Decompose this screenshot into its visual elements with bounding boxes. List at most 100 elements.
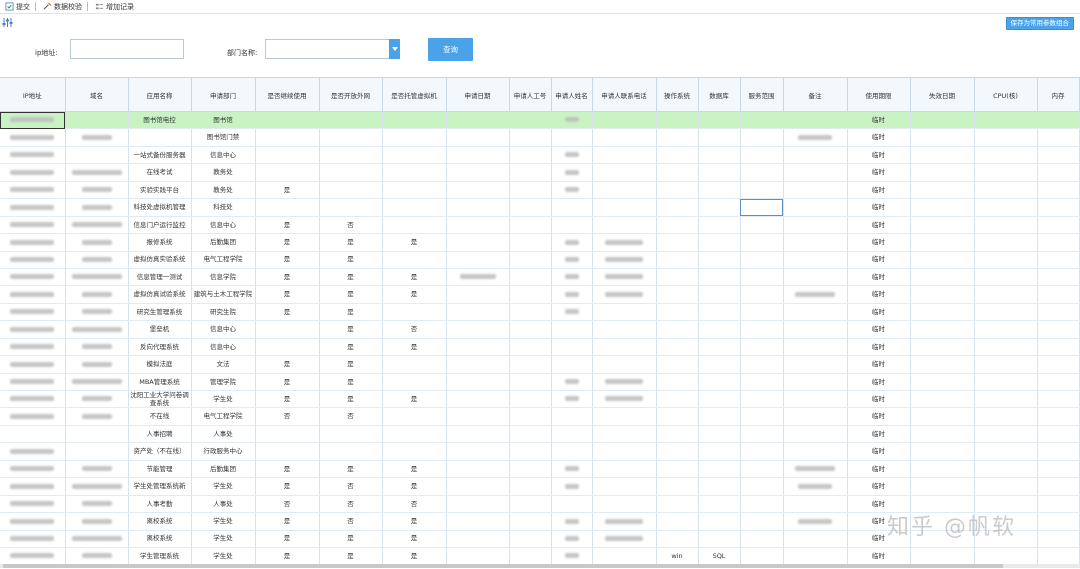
redacted-cell[interactable] xyxy=(551,233,593,252)
service-scope-cell[interactable] xyxy=(740,233,784,252)
redacted-cell[interactable] xyxy=(65,355,129,374)
apply-date-cell[interactable] xyxy=(446,512,510,531)
vm-hosted-cell[interactable] xyxy=(382,373,447,392)
applicant-phone-cell[interactable] xyxy=(592,181,657,200)
dept-cell[interactable]: 学生处 xyxy=(191,547,256,566)
applicant-name-cell[interactable] xyxy=(551,320,593,339)
external-network-cell[interactable]: 否 xyxy=(319,512,383,531)
external-network-cell[interactable] xyxy=(319,442,383,461)
redacted-cell[interactable] xyxy=(0,442,66,461)
dept-cell[interactable]: 教务处 xyxy=(191,163,256,182)
external-network-cell[interactable]: 是 xyxy=(319,390,383,409)
expiry-date-cell[interactable] xyxy=(910,407,975,426)
service-scope-cell[interactable] xyxy=(740,181,784,200)
external-network-cell[interactable]: 是 xyxy=(319,285,383,304)
remarks-cell[interactable] xyxy=(783,303,848,322)
dept-cell[interactable]: 科技处 xyxy=(191,198,256,217)
applicant-id-cell[interactable] xyxy=(509,163,552,182)
memory-cell[interactable] xyxy=(1037,128,1080,147)
dept-cell[interactable]: 后勤集团 xyxy=(191,460,256,479)
applicant-id-cell[interactable] xyxy=(509,390,552,409)
redacted-cell[interactable] xyxy=(65,216,129,235)
remarks-cell[interactable] xyxy=(783,146,848,165)
redacted-cell[interactable] xyxy=(65,460,129,479)
apply-date-cell[interactable] xyxy=(446,547,510,566)
cpu-cell[interactable] xyxy=(974,407,1038,426)
cpu-cell[interactable] xyxy=(974,442,1038,461)
remarks-cell[interactable] xyxy=(783,268,848,287)
term-cell[interactable]: 临时 xyxy=(847,303,911,322)
apply-date-cell[interactable] xyxy=(446,216,510,235)
redacted-cell[interactable] xyxy=(0,128,66,147)
term-cell[interactable]: 临时 xyxy=(847,163,911,182)
redacted-cell[interactable] xyxy=(551,111,593,130)
external-network-cell[interactable] xyxy=(319,163,383,182)
term-cell[interactable]: 临时 xyxy=(847,216,911,235)
cpu-cell[interactable] xyxy=(974,163,1038,182)
applicant-id-cell[interactable] xyxy=(509,181,552,200)
database-cell[interactable] xyxy=(698,146,741,165)
column-header[interactable]: 申请部门 xyxy=(191,78,256,112)
applicant-name-cell[interactable] xyxy=(551,216,593,235)
expiry-date-cell[interactable] xyxy=(910,355,975,374)
expiry-date-cell[interactable] xyxy=(910,268,975,287)
dept-cell[interactable]: 研究生院 xyxy=(191,303,256,322)
cpu-cell[interactable] xyxy=(974,285,1038,304)
continue-use-cell[interactable]: 是 xyxy=(255,233,320,252)
database-cell[interactable] xyxy=(698,233,741,252)
service-scope-cell[interactable] xyxy=(740,460,784,479)
applicant-id-cell[interactable] xyxy=(509,338,552,357)
apply-date-cell[interactable] xyxy=(446,111,510,130)
redacted-cell[interactable] xyxy=(592,268,657,287)
memory-cell[interactable] xyxy=(1037,338,1080,357)
app-name-cell[interactable]: 实验实践平台 xyxy=(128,181,192,200)
redacted-cell[interactable] xyxy=(551,163,593,182)
redacted-cell[interactable] xyxy=(65,390,129,409)
applicant-phone-cell[interactable] xyxy=(592,407,657,426)
expiry-date-cell[interactable] xyxy=(910,320,975,339)
applicant-phone-cell[interactable] xyxy=(592,460,657,479)
memory-cell[interactable] xyxy=(1037,512,1080,531)
applicant-phone-cell[interactable] xyxy=(592,146,657,165)
continue-use-cell[interactable]: 是 xyxy=(255,460,320,479)
redacted-cell[interactable] xyxy=(551,390,593,409)
os-cell[interactable] xyxy=(656,338,699,357)
memory-cell[interactable] xyxy=(1037,111,1080,130)
cpu-cell[interactable] xyxy=(974,355,1038,374)
service-scope-cell[interactable] xyxy=(740,146,784,165)
remarks-cell[interactable] xyxy=(783,216,848,235)
applicant-id-cell[interactable] xyxy=(509,268,552,287)
applicant-id-cell[interactable] xyxy=(509,128,552,147)
redacted-cell[interactable] xyxy=(65,128,129,147)
expiry-date-cell[interactable] xyxy=(910,111,975,130)
redacted-cell[interactable] xyxy=(65,268,129,287)
column-header[interactable]: IP地址 xyxy=(0,78,66,112)
memory-cell[interactable] xyxy=(1037,146,1080,165)
column-header[interactable]: 备注 xyxy=(783,78,848,112)
remarks-cell[interactable] xyxy=(783,530,848,548)
continue-use-cell[interactable]: 是 xyxy=(255,547,320,566)
redacted-cell[interactable] xyxy=(65,512,129,531)
continue-use-cell[interactable] xyxy=(255,111,320,130)
apply-date-cell[interactable] xyxy=(446,425,510,444)
applicant-id-cell[interactable] xyxy=(509,547,552,566)
redacted-cell[interactable] xyxy=(592,373,657,392)
expiry-date-cell[interactable] xyxy=(910,146,975,165)
apply-date-cell[interactable] xyxy=(446,233,510,252)
expiry-date-cell[interactable] xyxy=(910,233,975,252)
redacted-cell[interactable] xyxy=(551,477,593,496)
vm-hosted-cell[interactable] xyxy=(382,216,447,235)
remarks-cell[interactable] xyxy=(783,407,848,426)
applicant-id-cell[interactable] xyxy=(509,146,552,165)
memory-cell[interactable] xyxy=(1037,530,1080,548)
service-scope-cell[interactable] xyxy=(740,495,784,514)
redacted-cell[interactable] xyxy=(0,233,66,252)
app-name-cell[interactable]: 模拟法庭 xyxy=(128,355,192,374)
redacted-cell[interactable] xyxy=(65,320,129,339)
domain-cell[interactable] xyxy=(65,442,129,461)
cpu-cell[interactable] xyxy=(974,320,1038,339)
service-scope-cell[interactable] xyxy=(740,442,784,461)
continue-use-cell[interactable]: 是 xyxy=(255,373,320,392)
continue-use-cell[interactable]: 否 xyxy=(255,407,320,426)
os-cell[interactable] xyxy=(656,128,699,147)
